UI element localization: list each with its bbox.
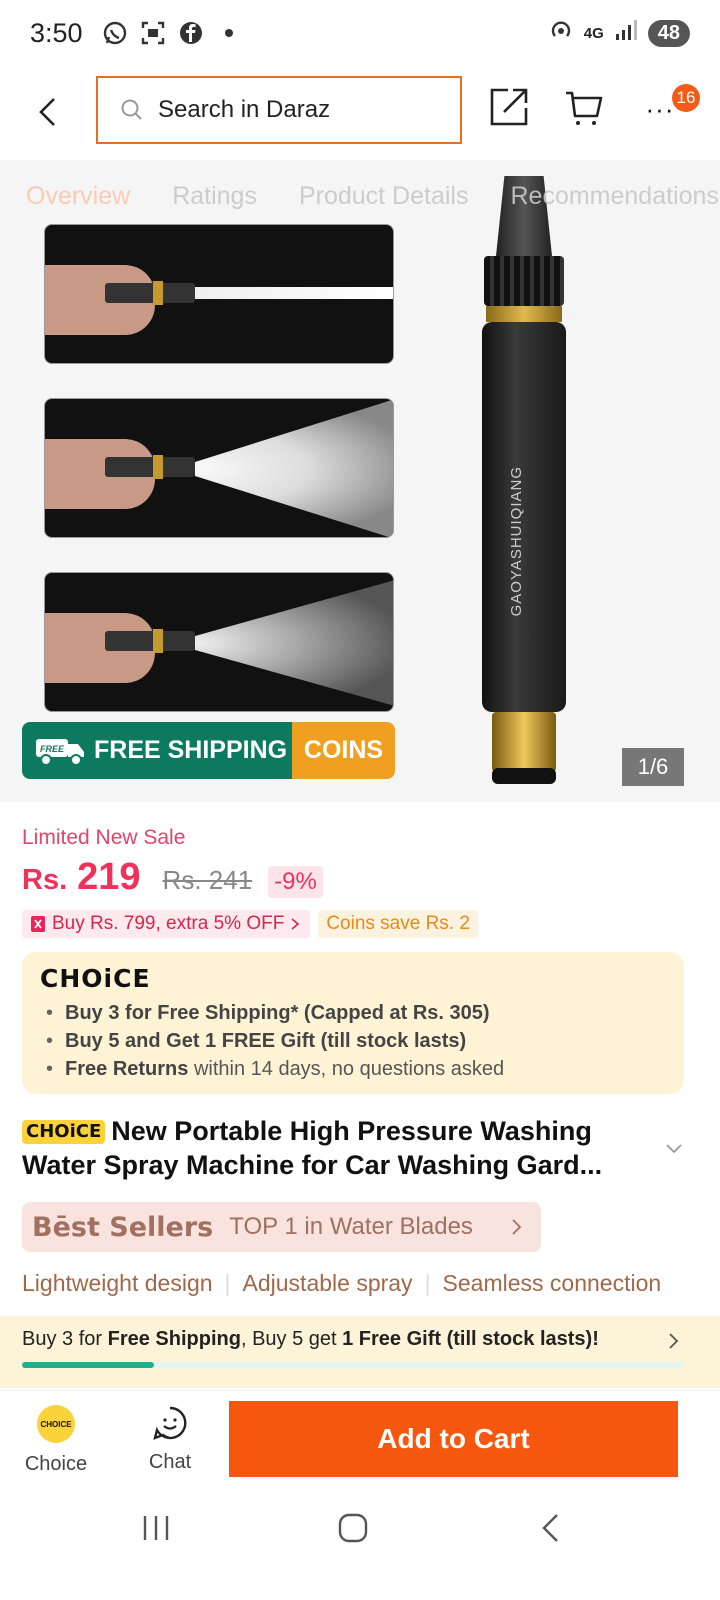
chat-nav-label: Chat [148, 1451, 192, 1473]
status-bar: 3:50 4G 48 [0, 0, 720, 66]
choice-icon: CHOICE [37, 1405, 75, 1443]
status-right: 4G 48 [548, 17, 690, 50]
shipping-progress-text: Buy 3 for Free Shipping, Buy 5 get 1 Fre… [22, 1328, 599, 1350]
best-sellers-text: TOP 1 in Water Blades [229, 1213, 473, 1240]
section-tabs: Overview Ratings Product Details Recomme… [0, 160, 720, 232]
product-title: CHOiCE New Portable High Pressure Washing… [22, 1114, 662, 1182]
product-brand-text: GAOYASHUIQIANG [508, 466, 525, 617]
search-input[interactable] [158, 96, 438, 124]
price-currency: Rs. [22, 864, 68, 896]
choice-benefits-box: CHOiCE • Buy 3 for Free Shipping* (Capped… [22, 952, 684, 1094]
tab-product-details[interactable]: Product Details [299, 182, 469, 211]
image-counter: 1/6 [622, 748, 684, 786]
svg-text:FREE: FREE [40, 744, 65, 754]
back-button[interactable] [20, 84, 76, 140]
feature-item: Seamless connection [442, 1270, 662, 1296]
best-sellers-badge[interactable]: Bēst Sellers TOP 1 in Water Blades [22, 1202, 541, 1252]
free-shipping-coins-banner: FREE FREE SHIPPING COINS [22, 722, 395, 779]
discount-badge: -9% [268, 866, 323, 898]
feature-highlights: Lightweight design | Adjustable spray | … [22, 1270, 662, 1296]
voucher-promo-text: Buy Rs. 799, extra 5% OFF [52, 913, 285, 934]
spray-mode-jet-image [44, 224, 394, 364]
notification-icons [101, 19, 243, 47]
current-price: 219 [77, 856, 141, 898]
network-label: 4G [583, 24, 604, 42]
choice-benefits-list: • Buy 3 for Free Shipping* (Capped at Rs.… [46, 999, 666, 1083]
chat-nav-button[interactable]: Chat [132, 1399, 208, 1479]
tab-ratings[interactable]: Ratings [172, 182, 257, 211]
choice-benefit-item: • Free Returns within 14 days, no questio… [46, 1058, 505, 1080]
sale-label: Limited New Sale [22, 826, 186, 849]
recent-apps-icon [143, 1516, 169, 1540]
spray-mode-fan-image [44, 398, 394, 538]
bottom-action-bar: CHOICE Choice Chat Add to Cart [0, 1390, 720, 1486]
share-icon [490, 88, 528, 126]
chevron-down-icon[interactable] [664, 1138, 684, 1158]
chevron-right-icon [291, 918, 300, 930]
choice-nav-button[interactable]: CHOICE Choice [18, 1399, 94, 1479]
tab-overview[interactable]: Overview [26, 182, 130, 211]
chat-icon [153, 1406, 187, 1440]
chevron-left-icon [39, 98, 55, 126]
price-row: Rs. 219 Rs. 241 -9% [22, 856, 323, 899]
choice-nav-label: Choice [24, 1453, 88, 1475]
screenshot-icon [139, 19, 167, 47]
tab-recommendations[interactable]: Recommendations [510, 182, 718, 211]
status-time: 3:50 [30, 17, 83, 48]
coins-label: COINS [292, 722, 395, 779]
recent-apps-button[interactable] [136, 1508, 176, 1548]
coins-save-badge: Coins save Rs. 2 [318, 910, 478, 938]
choice-logo: CHOiCE [40, 964, 151, 993]
signal-icon [614, 18, 638, 49]
choice-benefit-item: • Buy 5 and Get 1 FREE Gift (till stock l… [46, 1030, 467, 1052]
feature-item: Lightweight design [22, 1270, 213, 1296]
facebook-icon [177, 19, 205, 47]
hotspot-icon [548, 17, 574, 50]
battery-indicator: 48 [647, 19, 690, 47]
spray-gun-image: GAOYASHUIQIANG [478, 176, 570, 790]
voucher-promo[interactable]: Buy Rs. 799, extra 5% OFF [22, 910, 311, 938]
choice-tag: CHOiCE [22, 1120, 106, 1144]
system-navigation-bar [0, 1488, 720, 1568]
best-sellers-logo: Bēst Sellers [32, 1211, 214, 1243]
original-price: Rs. 241 [162, 865, 253, 895]
whatsapp-icon [101, 19, 129, 47]
top-header: ··· 16 [0, 74, 720, 150]
more-icon: ··· [645, 93, 675, 124]
voucher-icon [31, 916, 45, 932]
spray-mode-mist-image [44, 572, 394, 712]
promo-row: Buy Rs. 799, extra 5% OFF Coins save Rs.… [22, 910, 478, 938]
share-button[interactable] [488, 86, 532, 130]
progress-fill [22, 1362, 154, 1368]
system-back-button[interactable] [530, 1508, 570, 1548]
product-title-text: New Portable High Pressure Washing Water… [22, 1116, 603, 1180]
add-to-cart-button[interactable]: Add to Cart [229, 1401, 678, 1477]
chevron-right-icon [512, 1219, 522, 1235]
home-icon [338, 1513, 368, 1543]
product-gallery[interactable]: Overview Ratings Product Details Recomme… [0, 160, 720, 802]
free-shipping-text: FREE SHIPPING [94, 736, 288, 764]
choice-benefit-item: • Buy 3 for Free Shipping* (Capped at Rs.… [46, 1002, 490, 1024]
truck-icon: FREE [36, 738, 84, 766]
dot-icon [215, 19, 243, 47]
search-icon [121, 99, 142, 120]
free-shipping-label: FREE FREE SHIPPING [22, 722, 292, 779]
home-button[interactable] [333, 1508, 373, 1548]
cart-button[interactable] [564, 88, 606, 130]
shipping-progress-bar[interactable]: Buy 3 for Free Shipping, Buy 5 get 1 Fre… [0, 1316, 720, 1388]
cart-count-badge: 16 [672, 84, 700, 112]
back-arrow-icon [542, 1514, 558, 1542]
search-box[interactable] [96, 76, 462, 144]
cart-icon [566, 91, 603, 125]
chevron-right-icon [669, 1333, 679, 1349]
feature-item: Adjustable spray [242, 1270, 413, 1296]
